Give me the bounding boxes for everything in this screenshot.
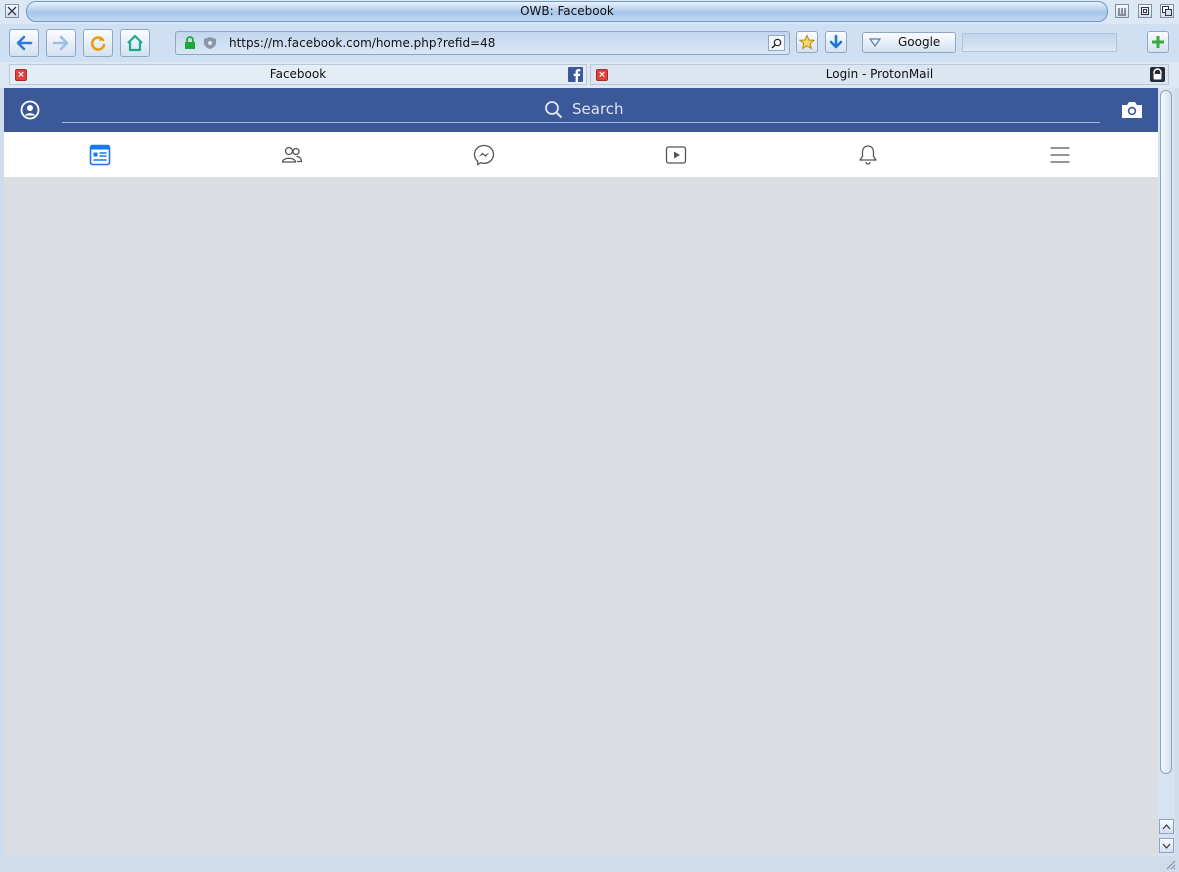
star-icon bbox=[799, 34, 815, 50]
facebook-nav-bar bbox=[4, 132, 1158, 178]
close-icon bbox=[7, 6, 17, 16]
home-button[interactable] bbox=[120, 29, 150, 57]
magnifier-icon bbox=[771, 38, 782, 48]
window-titlebar: OWB: Facebook bbox=[0, 0, 1179, 24]
tab-close-button[interactable]: × bbox=[596, 69, 608, 81]
search-icon[interactable] bbox=[544, 100, 564, 120]
nav-messenger[interactable] bbox=[472, 143, 496, 167]
browser-toolbar: https://m.facebook.com/home.php?refid=48… bbox=[0, 24, 1179, 62]
url-search-button[interactable] bbox=[768, 35, 785, 51]
camera-icon[interactable] bbox=[1121, 101, 1143, 119]
search-input[interactable]: Search bbox=[572, 100, 624, 118]
nav-watch[interactable] bbox=[664, 143, 688, 167]
home-icon bbox=[127, 34, 143, 52]
address-bar[interactable]: https://m.facebook.com/home.php?refid=48 bbox=[175, 31, 790, 55]
search-engine-label: Google bbox=[898, 35, 941, 49]
bookmark-button[interactable] bbox=[796, 31, 818, 53]
scroll-up-button[interactable] bbox=[1159, 819, 1174, 834]
downloads-button[interactable] bbox=[825, 31, 847, 53]
depth-icon bbox=[1162, 6, 1172, 16]
window-zoom-button[interactable] bbox=[1138, 4, 1152, 18]
hamburger-menu-icon bbox=[1050, 147, 1070, 163]
window-iconify-button[interactable] bbox=[1115, 4, 1129, 18]
scrollbar-thumb[interactable] bbox=[1160, 90, 1172, 774]
status-bar bbox=[0, 856, 1179, 872]
messenger-icon bbox=[473, 144, 495, 166]
resize-grip-icon[interactable] bbox=[1164, 858, 1176, 870]
tab-close-button[interactable]: × bbox=[15, 69, 27, 81]
facebook-favicon-icon bbox=[568, 67, 583, 82]
vertical-scrollbar[interactable] bbox=[1158, 88, 1175, 856]
chevron-down-icon bbox=[869, 38, 881, 47]
nav-friends[interactable] bbox=[280, 143, 304, 167]
plus-icon bbox=[1152, 36, 1164, 48]
zoom-icon bbox=[1141, 7, 1149, 15]
reload-icon bbox=[90, 36, 106, 51]
window-title: OWB: Facebook bbox=[26, 1, 1108, 22]
tab-facebook[interactable]: × Facebook bbox=[9, 64, 587, 85]
search-underline bbox=[62, 122, 1100, 123]
url-text: https://m.facebook.com/home.php?refid=48 bbox=[229, 36, 496, 50]
iconify-icon bbox=[1118, 8, 1126, 16]
close-icon: × bbox=[17, 70, 25, 80]
tab-label: Login - ProtonMail bbox=[825, 67, 934, 81]
search-engine-selector[interactable]: Google bbox=[862, 32, 956, 53]
nav-news-feed[interactable] bbox=[88, 143, 112, 167]
web-search-input[interactable] bbox=[962, 33, 1117, 52]
page-viewport: Search bbox=[4, 88, 1158, 856]
close-icon: × bbox=[598, 70, 606, 80]
new-tab-button[interactable] bbox=[1147, 31, 1169, 53]
privacy-shield-icon bbox=[204, 37, 216, 49]
window-close-button[interactable] bbox=[5, 4, 19, 18]
tab-label: Facebook bbox=[269, 67, 327, 81]
news-feed-icon bbox=[89, 144, 111, 166]
window-depth-button[interactable] bbox=[1160, 4, 1174, 18]
friends-icon bbox=[281, 146, 303, 163]
profile-icon[interactable] bbox=[20, 100, 40, 120]
nav-notifications[interactable] bbox=[856, 143, 880, 167]
facebook-header: Search bbox=[4, 88, 1158, 132]
lock-icon bbox=[185, 36, 195, 49]
nav-menu[interactable] bbox=[1048, 143, 1072, 167]
chevron-down-icon bbox=[1162, 843, 1171, 849]
scroll-down-button[interactable] bbox=[1159, 838, 1174, 853]
tab-protonmail[interactable]: × Login - ProtonMail bbox=[590, 64, 1169, 85]
reload-button[interactable] bbox=[83, 29, 113, 57]
tab-strip: × Facebook × Login - ProtonMail bbox=[0, 62, 1179, 88]
arrow-left-icon bbox=[16, 35, 33, 51]
bell-icon bbox=[859, 145, 877, 165]
back-button[interactable] bbox=[9, 29, 39, 57]
protonmail-favicon-icon bbox=[1150, 67, 1165, 82]
arrow-right-icon bbox=[52, 35, 69, 51]
watch-video-icon bbox=[665, 146, 687, 164]
chevron-up-icon bbox=[1162, 823, 1171, 829]
download-arrow-icon bbox=[829, 34, 843, 49]
forward-button[interactable] bbox=[46, 29, 76, 57]
